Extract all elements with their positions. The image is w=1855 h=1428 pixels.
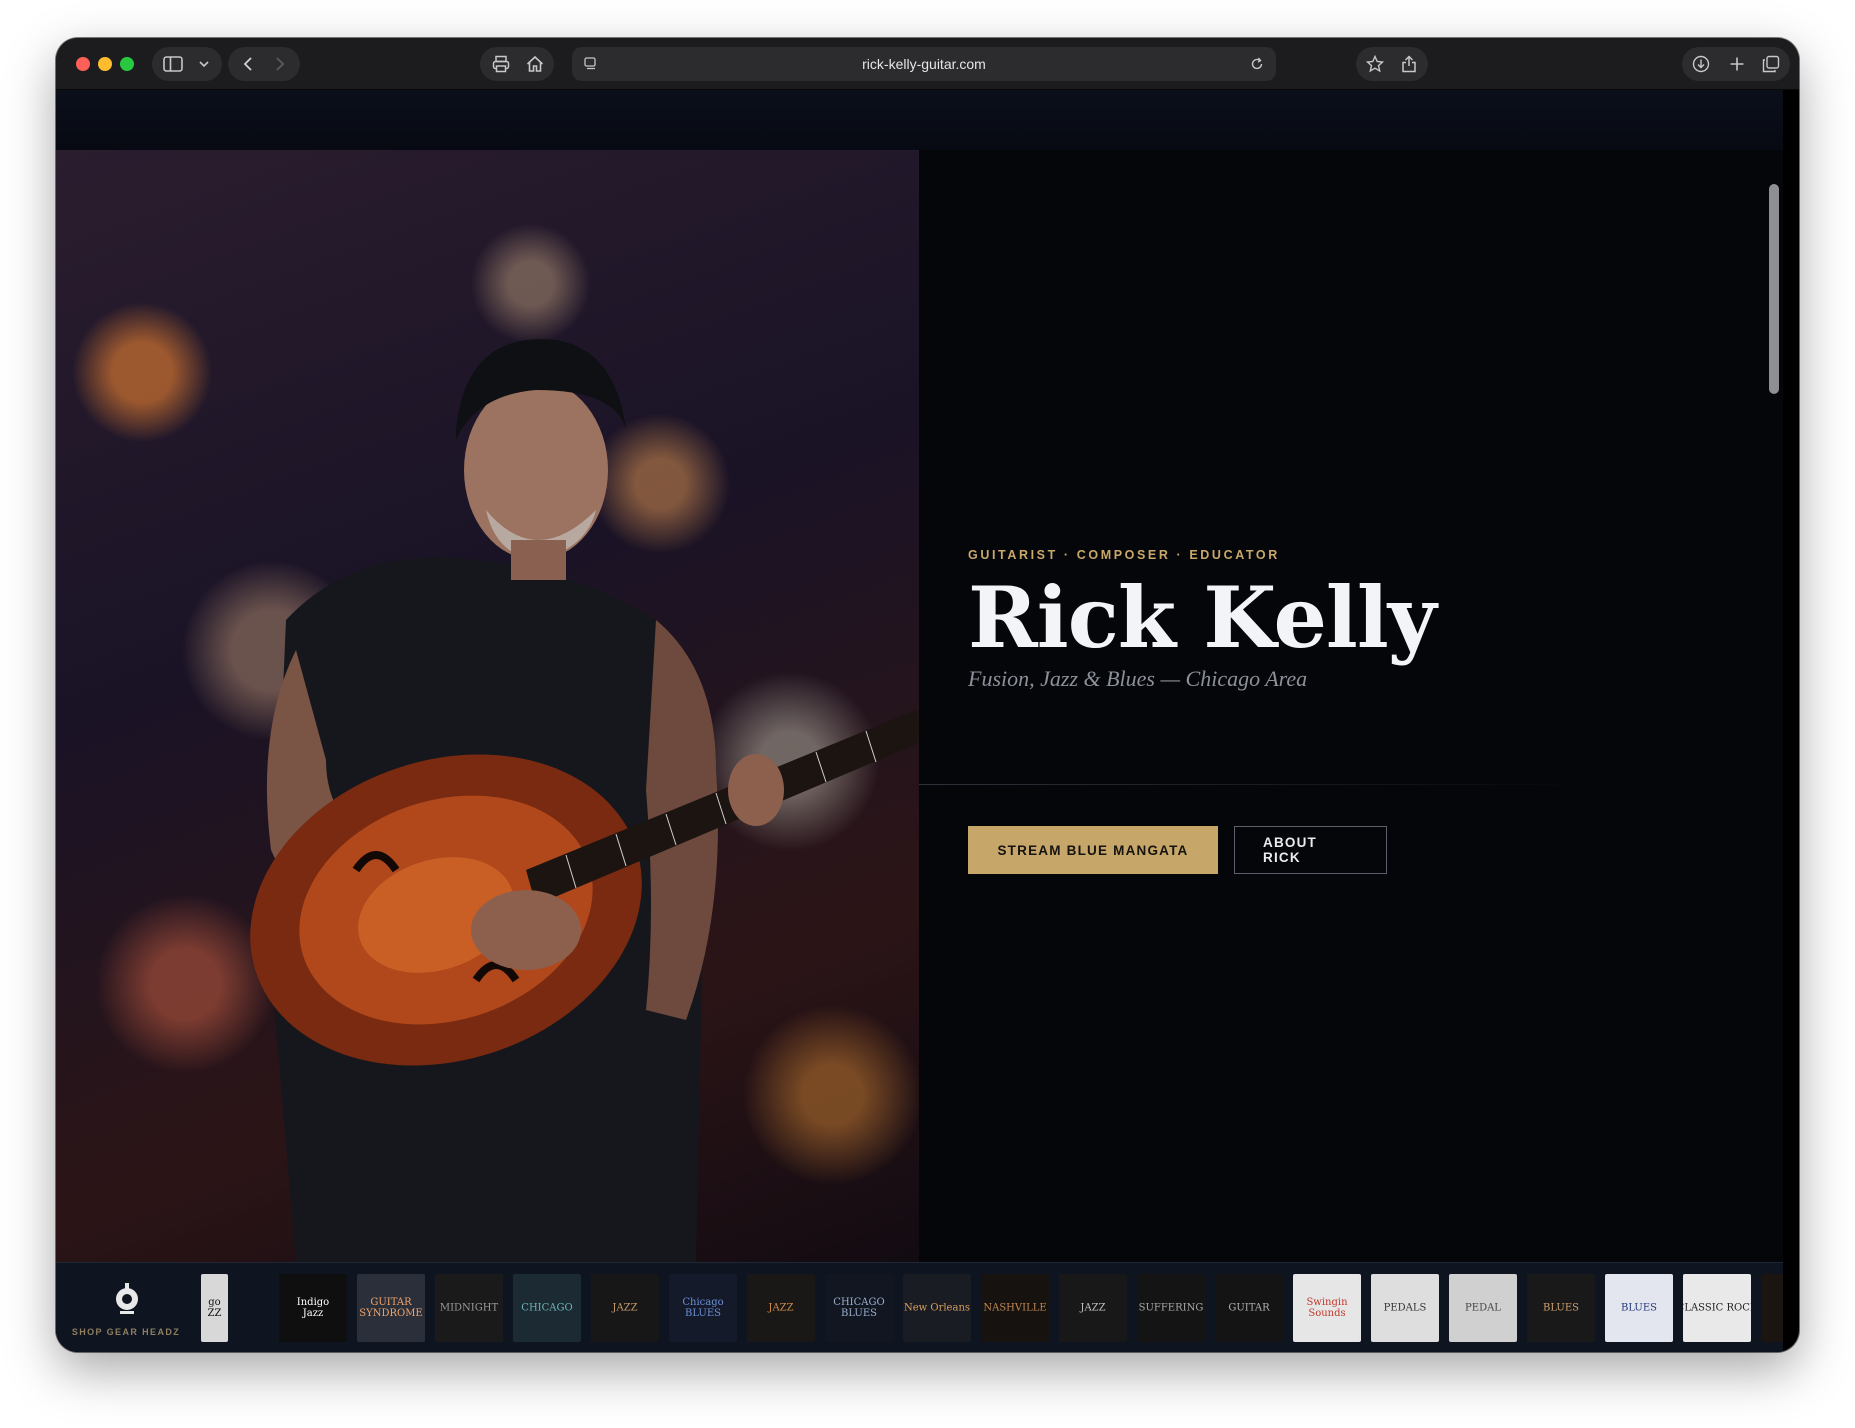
tile-new-orleans[interactable]: New Orleans <box>903 1274 971 1342</box>
hero-eyebrow: GUITARIST · COMPOSER · EDUCATOR <box>968 548 1280 562</box>
merch-tile-label: GUITAR SYNDROME <box>359 1297 423 1319</box>
reload-icon[interactable] <box>1242 47 1272 81</box>
gear-headz-logo-icon <box>116 1283 138 1314</box>
merch-tile-label: BLUES <box>1620 1302 1658 1314</box>
header-band <box>56 90 1783 150</box>
forward-icon[interactable] <box>264 47 296 81</box>
tile-jazz-partial[interactable]: go ZZ <box>201 1274 228 1342</box>
browser-window: rick-kelly-guitar.com GUITARIST · COMPOS… <box>56 38 1799 1352</box>
tile-guitar-player[interactable]: GUITAR <box>1215 1274 1283 1342</box>
sidebar-icon[interactable] <box>156 47 190 81</box>
address-bar[interactable]: rick-kelly-guitar.com <box>572 47 1276 81</box>
url-text[interactable]: rick-kelly-guitar.com <box>572 47 1276 81</box>
merch-tile-label: SUFFERING <box>1138 1302 1204 1314</box>
shop-gear-headz-label: SHOP GEAR HEADZ <box>71 1327 181 1337</box>
scrollbar-thumb[interactable] <box>1769 184 1779 394</box>
minimize-window-button[interactable] <box>98 57 112 71</box>
tile-suffering[interactable]: SUFFERING <box>1137 1274 1205 1342</box>
hero-title: Rick Kelly <box>968 568 1437 667</box>
tile-chicago-lounge[interactable]: CHICAGO <box>513 1274 581 1342</box>
merch-tile-label: Chicago BLUES <box>682 1297 724 1319</box>
merch-tile-label: NASHVILLE <box>983 1302 1047 1314</box>
stream-blue-mangata-button[interactable]: STREAM BLUE MANGATA <box>968 826 1218 874</box>
merch-tile-label: JAZZ <box>1080 1302 1106 1314</box>
tile-pedals-sketch[interactable]: PEDALS <box>1371 1274 1439 1342</box>
zoom-window-button[interactable] <box>120 57 134 71</box>
hero-actions: STREAM BLUE MANGATA ABOUT RICK <box>968 826 1387 874</box>
merch-tile-label: New Orleans <box>903 1302 971 1314</box>
home-icon[interactable] <box>518 47 552 81</box>
tile-classic-rock[interactable]: CLASSIC ROCK <box>1683 1274 1751 1342</box>
browser-toolbar: rick-kelly-guitar.com <box>56 38 1799 90</box>
merch-tile-label: JAZZ <box>612 1302 638 1314</box>
merch-tile-label: BLUES <box>1542 1302 1580 1314</box>
merch-carousel: SHOP GEAR HEADZ go ZZ Indigo Jazz GUITAR S… <box>56 1262 1783 1352</box>
new-tab-icon[interactable] <box>1720 47 1754 81</box>
merch-tile-label: go ZZ <box>207 1297 222 1319</box>
merch-tile-label: CLASSIC ROCK <box>1683 1302 1751 1314</box>
tile-chicago-blues-2[interactable]: CHICAGO BLUES <box>825 1274 893 1342</box>
hero-photo <box>56 150 919 1262</box>
hero-divider <box>919 784 1599 785</box>
share-icon[interactable] <box>1392 47 1426 81</box>
tile-skull-blues[interactable]: BLUES <box>1527 1274 1595 1342</box>
merch-tile-label: PEDALS <box>1383 1302 1427 1314</box>
merch-tile-label: CHICAGO <box>521 1302 573 1314</box>
back-icon[interactable] <box>232 47 264 81</box>
guitarist-photo <box>250 339 919 1262</box>
merch-tile-label: MIDNIGHT <box>439 1302 499 1314</box>
tile-chicago-blues-1[interactable]: Chicago BLUES <box>669 1274 737 1342</box>
chevron-down-icon[interactable] <box>189 47 219 81</box>
close-window-button[interactable] <box>76 57 90 71</box>
shop-gear-headz-link[interactable]: SHOP GEAR HEADZ <box>56 1263 196 1352</box>
tile-jazz-circle[interactable]: JAZZ <box>1059 1274 1127 1342</box>
merch-tile-label: JAZZ <box>768 1302 794 1314</box>
hero-text: GUITARIST · COMPOSER · EDUCATOR Rick Kel… <box>968 548 1668 692</box>
merch-tile-label: Indigo Jazz <box>296 1297 330 1319</box>
tabs-overview-icon[interactable] <box>1754 47 1788 81</box>
tile-swingin-sounds[interactable]: Swingin Sounds <box>1293 1274 1361 1342</box>
star-icon[interactable] <box>1358 47 1392 81</box>
tile-midnight-chicago[interactable]: MIDNIGHT <box>435 1274 503 1342</box>
page-content: GUITARIST · COMPOSER · EDUCATOR Rick Kel… <box>56 90 1783 1352</box>
download-icon[interactable] <box>1684 47 1718 81</box>
about-rick-button[interactable]: ABOUT RICK <box>1234 826 1387 874</box>
tile-indigo-jazz[interactable]: Indigo Jazz <box>279 1274 347 1342</box>
hero-tagline: Fusion, Jazz & Blues — Chicago Area <box>968 666 1308 692</box>
tile-blue-guitarist[interactable]: BLUES <box>1605 1274 1673 1342</box>
printer-icon[interactable] <box>484 47 518 81</box>
tile-guitar-syndrome[interactable]: GUITAR SYNDROME <box>357 1274 425 1342</box>
page-scrollbar[interactable] <box>1769 146 1779 1352</box>
merch-tile-label: PEDAL <box>1465 1302 1501 1314</box>
tile-pedal[interactable]: PEDAL <box>1449 1274 1517 1342</box>
tile-jazz-guitar[interactable]: JAZZ <box>747 1274 815 1342</box>
tile-nashville[interactable]: NASHVILLE <box>981 1274 1049 1342</box>
merch-tile-label: GUITAR <box>1228 1302 1270 1314</box>
merch-tile-label: Swingin Sounds <box>1306 1297 1348 1319</box>
merch-tile-label: CHICAGO BLUES <box>833 1297 885 1319</box>
tile-mehr-jazz[interactable]: JAZZ <box>591 1274 659 1342</box>
